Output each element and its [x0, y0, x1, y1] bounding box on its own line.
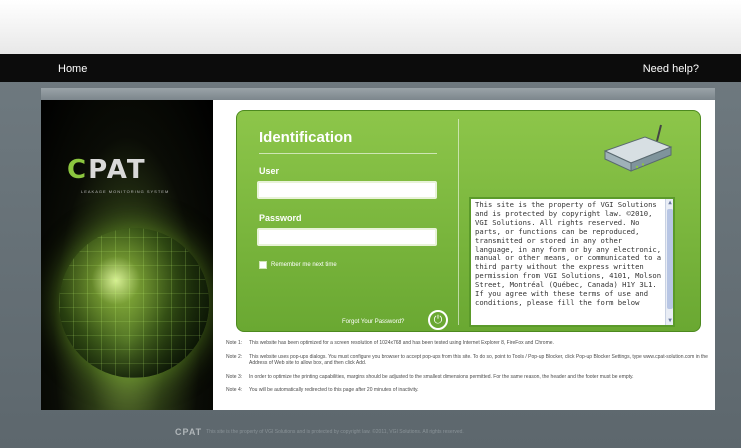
modem-device-icon — [603, 124, 673, 172]
frame-header-strip — [41, 88, 715, 100]
note-label: Note 1: — [226, 340, 243, 346]
top-nav: Home Need help? — [0, 54, 741, 82]
nav-home-link[interactable]: Home — [58, 63, 87, 75]
cpat-logo: CPAT — [67, 155, 187, 185]
logo-rest: PAT — [88, 155, 147, 185]
legal-text: This site is the property of VGI Solutio… — [475, 200, 662, 307]
scroll-down-arrow-icon[interactable]: ▼ — [666, 317, 673, 325]
title-rule — [259, 153, 437, 154]
browser-top-area — [0, 0, 741, 54]
note-row: Note 1: This website has been optimized f… — [226, 340, 711, 347]
brand-panel: CPAT LEAKAGE MONITORING SYSTEM — [41, 100, 213, 410]
note-text: This website uses pop-ups dialogs. You m… — [249, 353, 708, 367]
nav-help-link[interactable]: Need help? — [643, 63, 699, 75]
remember-me[interactable]: Remember me next time — [259, 261, 337, 269]
footer-logo: CPAT — [175, 427, 203, 437]
power-icon[interactable]: ⏻ — [428, 310, 448, 330]
footer: CPAT This site is the property of VGI So… — [175, 427, 595, 437]
user-label: User — [259, 166, 280, 176]
forgot-password-link[interactable]: Forgot Your Password? — [342, 319, 404, 325]
globe-grid — [59, 228, 209, 378]
notes-section: Note 1: This website has been optimized f… — [226, 340, 711, 401]
note-text: In order to optimize the printing capabi… — [249, 373, 634, 380]
footer-copyright: This site is the property of VGI Solutio… — [206, 429, 464, 435]
identification-title: Identification — [259, 129, 353, 146]
password-label: Password — [259, 213, 302, 223]
remember-label[interactable]: Remember me next time — [271, 262, 337, 268]
logo-c: C — [67, 155, 89, 185]
identification-panel: Identification User Password Remember me… — [236, 110, 701, 332]
note-label: Note 2: — [226, 353, 243, 360]
scroll-up-arrow-icon[interactable]: ▲ — [666, 199, 673, 207]
password-input[interactable] — [257, 228, 437, 246]
legal-notice-textbox[interactable]: This site is the property of VGI Solutio… — [469, 197, 675, 327]
note-row: Note 4: You will be automatically redirec… — [226, 387, 711, 394]
globe-image — [59, 228, 209, 378]
panel-divider — [458, 119, 459, 325]
login-frame: CPAT LEAKAGE MONITORING SYSTEM Identific… — [41, 88, 715, 410]
user-input[interactable] — [257, 181, 437, 199]
note-label: Note 3: — [226, 373, 243, 380]
note-text: This website has been optimized for a sc… — [249, 340, 554, 346]
note-label: Note 4: — [226, 387, 243, 393]
note-text: You will be automatically redirected to … — [249, 387, 419, 393]
logo-tagline: LEAKAGE MONITORING SYSTEM — [81, 189, 170, 194]
remember-checkbox[interactable] — [259, 261, 267, 269]
note-row: Note 3: In order to optimize the printing… — [226, 374, 711, 381]
note-row: Note 2: This website uses pop-ups dialogs… — [226, 354, 711, 367]
scroll-thumb[interactable] — [667, 209, 673, 309]
legal-scrollbar[interactable]: ▲ ▼ — [665, 199, 673, 325]
